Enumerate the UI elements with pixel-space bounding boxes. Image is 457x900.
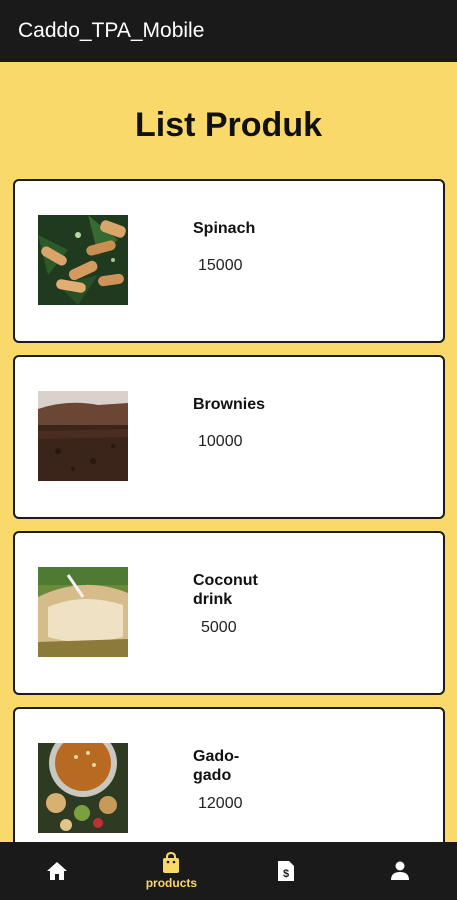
app-bar: Caddo_TPA_Mobile [0,0,457,62]
product-card[interactable]: Spinach 15000 [13,179,445,343]
product-image-coconut-drink [38,567,128,657]
nav-products-label: products [145,876,198,890]
nav-products[interactable]: products [114,842,228,900]
product-name: Spinach [193,220,256,237]
product-image-spinach [38,215,128,305]
product-price: 15000 [198,257,243,274]
product-card[interactable]: Gado-gado 12000 [13,707,445,842]
svg-text:$: $ [283,868,289,880]
product-card[interactable]: Coconut drink 5000 [13,531,445,695]
product-price: 12000 [198,795,243,812]
home-icon [47,862,68,880]
product-price: 10000 [198,433,243,450]
person-icon [390,861,409,880]
product-card[interactable]: Brownies 10000 [13,355,445,519]
product-image-brownies [38,391,128,481]
product-name: Coconut drink [193,572,258,608]
product-image-gado-gado [38,743,128,833]
product-list-screen[interactable]: List Produk Spinach 15000 Brownies 10000… [0,62,457,842]
shopping-bag-icon [163,852,180,873]
invoice-icon: $ [277,861,294,881]
product-name: Gado-gado [193,748,240,784]
nav-profile[interactable] [343,842,457,900]
page-title: List Produk [134,106,323,144]
app-title: Caddo_TPA_Mobile [18,19,205,42]
product-name: Brownies [193,396,266,413]
nav-home[interactable] [0,842,114,900]
nav-invoice[interactable]: $ [229,842,343,900]
product-price: 5000 [201,619,237,636]
bottom-navigation: products $ [0,842,457,900]
